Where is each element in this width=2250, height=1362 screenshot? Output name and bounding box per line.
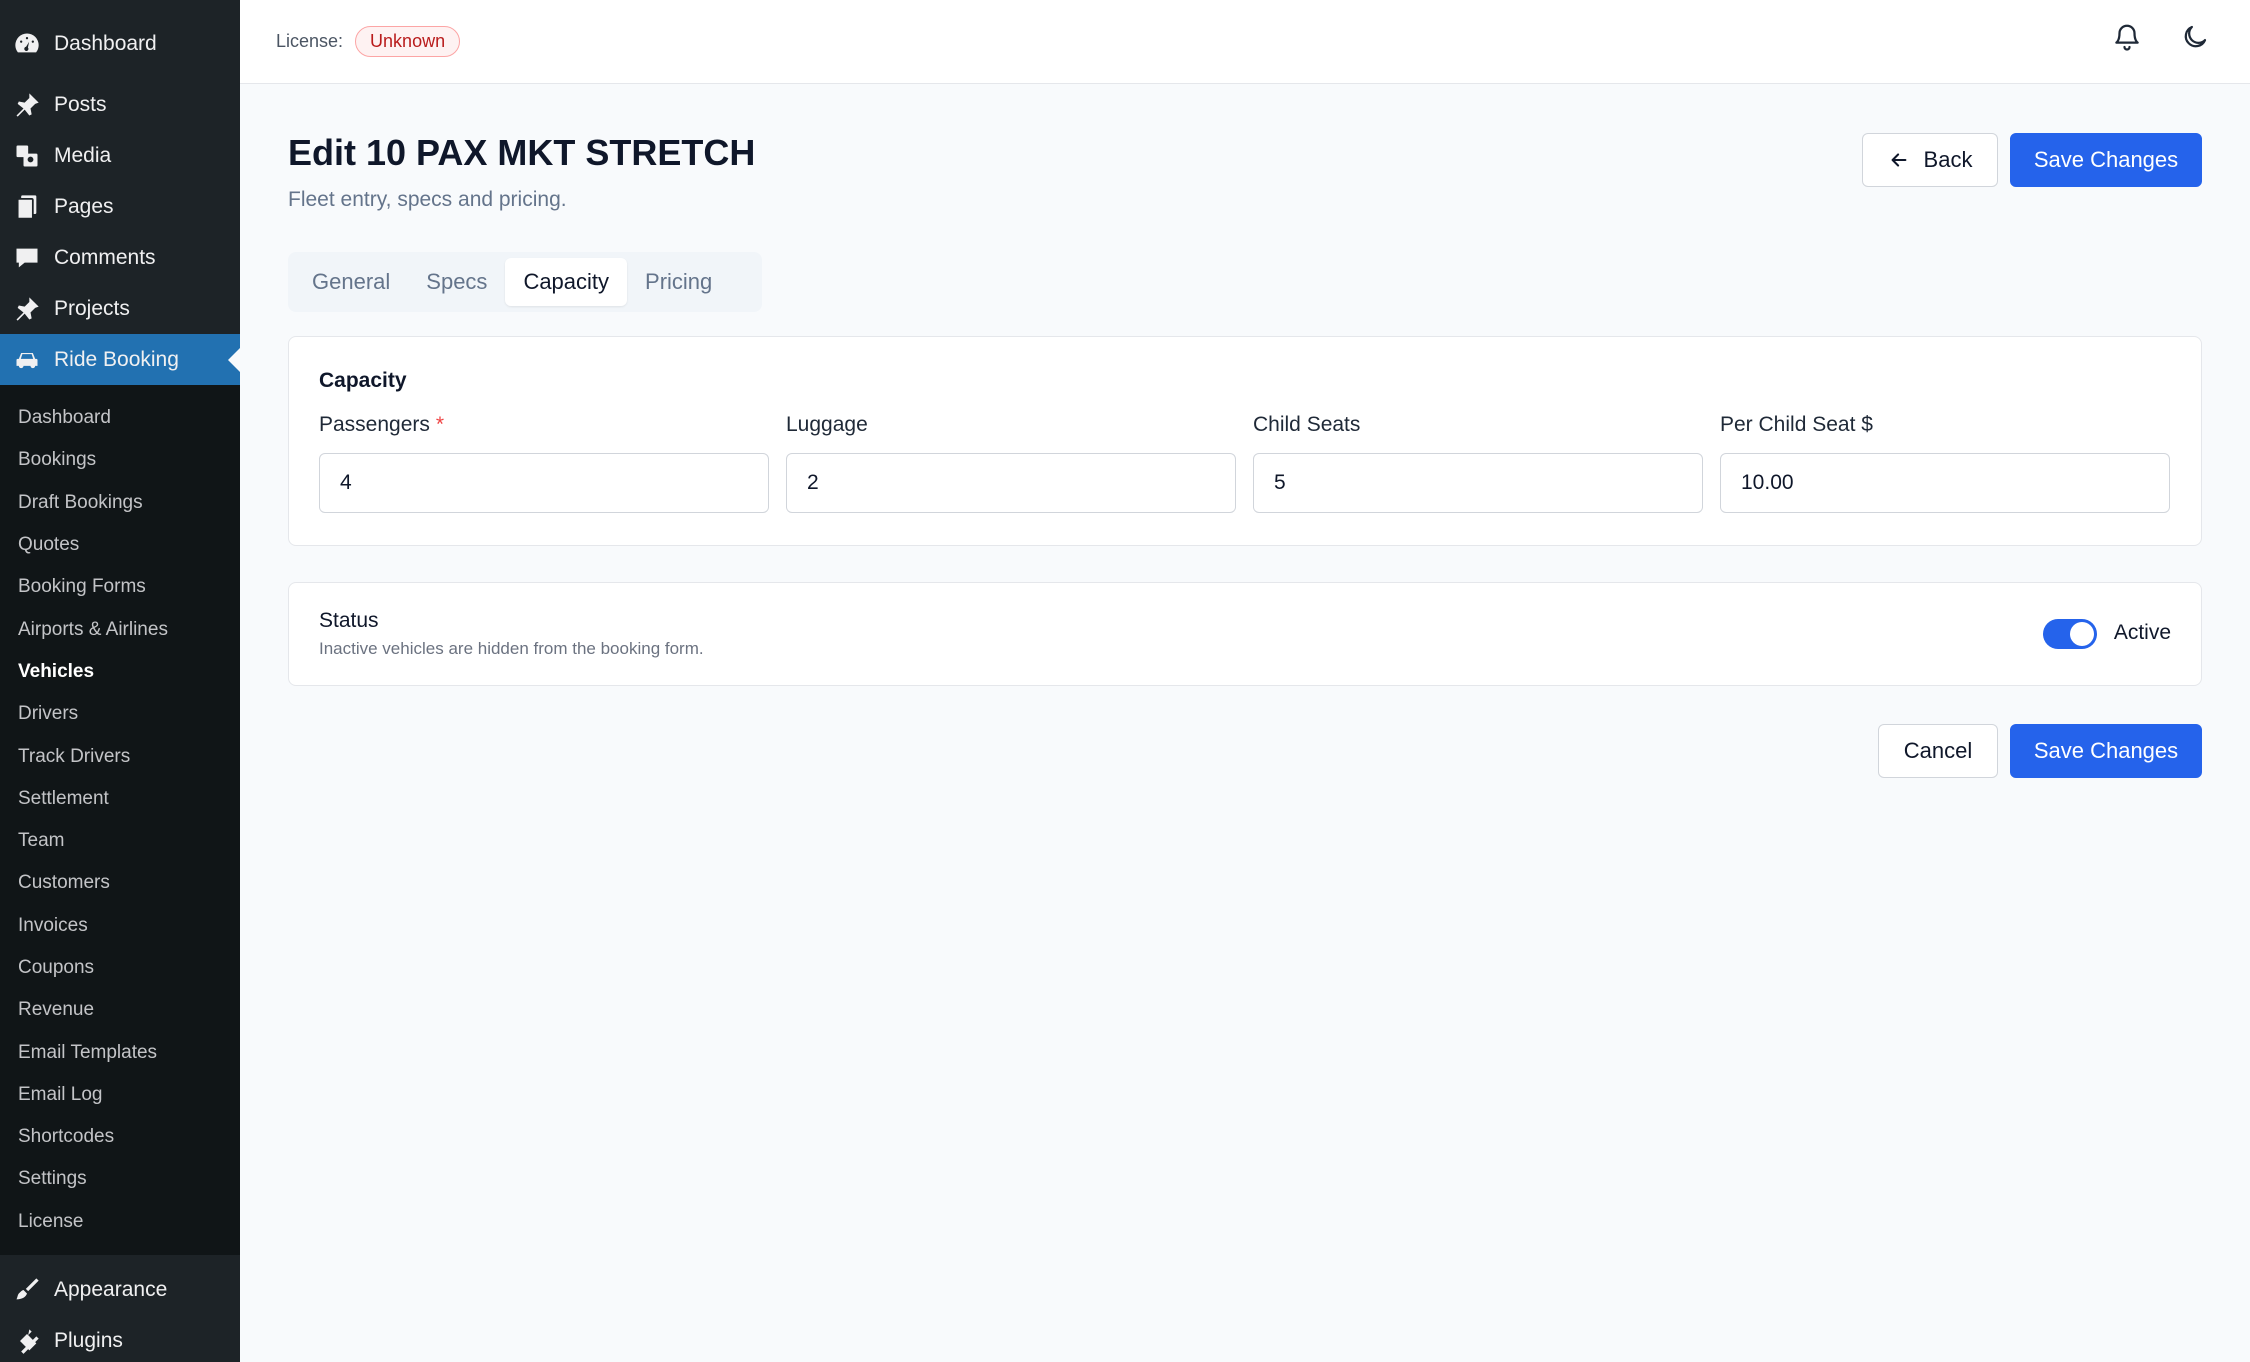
sidebar-item-posts[interactable]: Posts xyxy=(0,79,240,130)
sidebar-item-label: Ride Booking xyxy=(54,347,179,371)
pin-icon xyxy=(12,294,42,324)
moon-icon[interactable] xyxy=(2180,22,2210,57)
save-changes-button-top[interactable]: Save Changes xyxy=(2010,133,2202,187)
submenu-item[interactable]: Email Templates xyxy=(0,1031,240,1073)
admin-sidebar: Dashboard Posts Media Pages Comments Pro… xyxy=(0,0,240,1362)
sidebar-item-label: Appearance xyxy=(54,1278,168,1302)
sidebar-item-label: Posts xyxy=(54,92,107,116)
sidebar-item-label: Dashboard xyxy=(54,31,157,55)
submenu-item[interactable]: Coupons xyxy=(0,947,240,989)
arrow-left-icon xyxy=(1891,153,1906,167)
sidebar-item-comments[interactable]: Comments xyxy=(0,232,240,283)
top-bar: License: Unknown xyxy=(240,0,2250,84)
child-seats-field: Child Seats xyxy=(1253,413,1703,513)
plugin-icon xyxy=(12,1326,42,1356)
active-toggle[interactable] xyxy=(2043,619,2097,649)
media-icon xyxy=(12,141,42,171)
status-card: Status Inactive vehicles are hidden from… xyxy=(288,582,2202,686)
submenu-item[interactable]: Drivers xyxy=(0,693,240,735)
submenu-item[interactable]: Dashboard xyxy=(0,397,240,439)
submenu-item[interactable]: Track Drivers xyxy=(0,735,240,777)
sidebar-item-label: Projects xyxy=(54,296,130,320)
page-title: Edit 10 PAX MKT STRETCH xyxy=(288,132,756,173)
comment-icon xyxy=(12,243,42,273)
save-changes-button-bottom[interactable]: Save Changes xyxy=(2010,724,2202,778)
capacity-card: Capacity Passengers* Luggage Child Seats… xyxy=(288,336,2202,546)
tab-specs[interactable]: Specs xyxy=(408,258,505,306)
per-child-seat-label: Per Child Seat $ xyxy=(1720,413,1873,436)
submenu-item[interactable]: Revenue xyxy=(0,989,240,1031)
luggage-label: Luggage xyxy=(786,413,868,436)
passengers-label: Passengers xyxy=(319,413,430,436)
submenu-item[interactable]: Team xyxy=(0,820,240,862)
sidebar-item-label: Media xyxy=(54,143,112,167)
child-seats-label: Child Seats xyxy=(1253,413,1361,436)
submenu-item[interactable]: Settings xyxy=(0,1158,240,1200)
per-child-seat-field: Per Child Seat $ xyxy=(1720,413,2170,513)
submenu-item[interactable]: Booking Forms xyxy=(0,566,240,608)
car-icon xyxy=(12,345,42,375)
child-seats-input[interactable] xyxy=(1253,453,1703,513)
page-subtitle: Fleet entry, specs and pricing. xyxy=(288,188,567,211)
dashboard-icon xyxy=(12,29,42,59)
cancel-button[interactable]: Cancel xyxy=(1878,724,1998,778)
back-button-label: Back xyxy=(1923,147,1973,172)
status-title: Status xyxy=(319,609,379,632)
sidebar-item-dashboard[interactable]: Dashboard xyxy=(0,18,240,69)
toggle-knob xyxy=(2070,622,2094,646)
sidebar-item-media[interactable]: Media xyxy=(0,130,240,181)
license-label: License: xyxy=(276,31,344,51)
tab-general[interactable]: General xyxy=(294,258,408,306)
sidebar-item-appearance[interactable]: Appearance xyxy=(0,1265,240,1316)
sidebar-item-pages[interactable]: Pages xyxy=(0,181,240,232)
sidebar-item-ride-booking[interactable]: Ride Booking xyxy=(0,334,240,385)
submenu-item[interactable]: Bookings xyxy=(0,439,240,481)
required-asterisk: * xyxy=(435,413,445,436)
tab-pricing[interactable]: Pricing xyxy=(627,258,730,306)
passengers-field: Passengers * xyxy=(319,413,769,513)
back-button[interactable]: Back xyxy=(1862,133,1998,187)
submenu-item[interactable]: Shortcodes xyxy=(0,1116,240,1158)
passengers-input[interactable] xyxy=(319,453,769,513)
sidebar-item-projects[interactable]: Projects xyxy=(0,283,240,334)
sidebar-item-plugins[interactable]: Plugins xyxy=(0,1316,240,1362)
submenu-item[interactable]: Quotes xyxy=(0,524,240,566)
sidebar-item-label: Pages xyxy=(54,194,114,218)
submenu-item[interactable]: License xyxy=(0,1201,240,1243)
submenu-item[interactable]: Invoices xyxy=(0,905,240,947)
tab-capacity[interactable]: Capacity xyxy=(505,258,628,306)
edit-tabs: General Specs Capacity Pricing xyxy=(288,252,762,312)
submenu-item[interactable]: Customers xyxy=(0,862,240,904)
license-status-badge[interactable]: Unknown xyxy=(355,26,461,57)
sidebar-item-label: Comments xyxy=(54,245,156,269)
bell-icon[interactable] xyxy=(2112,22,2142,57)
submenu-item[interactable]: Settlement xyxy=(0,778,240,820)
ride-booking-submenu: Dashboard Bookings Draft Bookings Quotes Boo… xyxy=(0,385,240,1255)
brush-icon xyxy=(12,1275,42,1305)
submenu-item[interactable]: Airports & Airlines xyxy=(0,608,240,650)
luggage-field: Luggage xyxy=(786,413,1236,513)
luggage-input[interactable] xyxy=(786,453,1236,513)
active-toggle-label: Active xyxy=(2113,621,2171,644)
sidebar-item-label: Plugins xyxy=(54,1329,123,1353)
submenu-item[interactable]: Email Log xyxy=(0,1074,240,1116)
submenu-item[interactable]: Vehicles xyxy=(0,651,240,693)
per-child-seat-input[interactable] xyxy=(1720,453,2170,513)
pin-icon xyxy=(12,90,42,120)
pages-icon xyxy=(12,192,42,222)
status-description: Inactive vehicles are hidden from the bo… xyxy=(319,639,704,658)
capacity-card-title: Capacity xyxy=(319,369,407,392)
submenu-item[interactable]: Draft Bookings xyxy=(0,482,240,524)
top-actions xyxy=(2112,22,2210,57)
